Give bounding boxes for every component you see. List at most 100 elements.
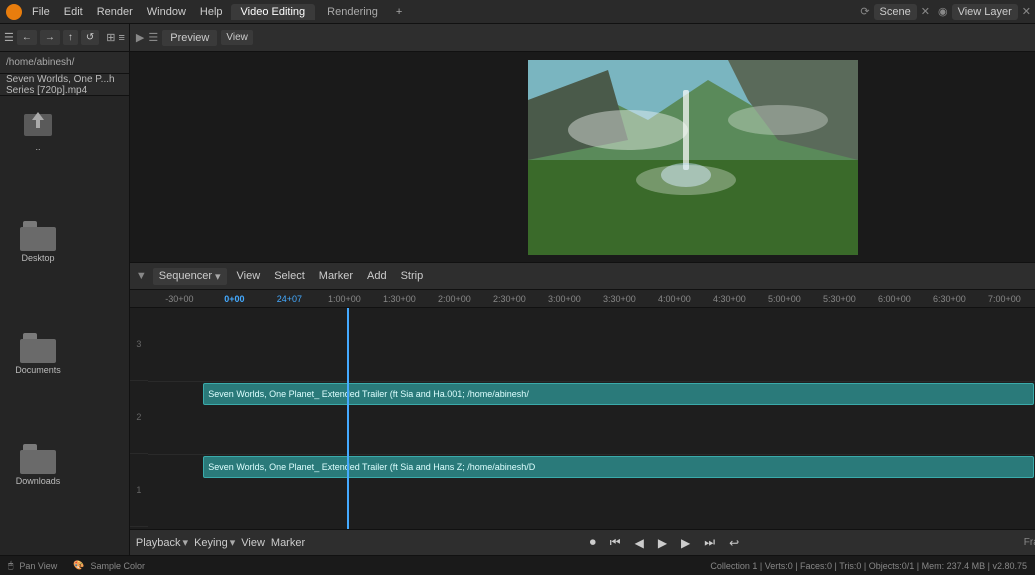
display-icon[interactable]: ⊞ [106, 31, 115, 44]
playback-bar: Playback ▾ Keying ▾ View Marker ⏺ ⏮ ◀ ▶ … [130, 529, 1035, 555]
tracks-container: Seven Worlds, One Planet_ Extended Trail… [148, 308, 1035, 529]
seq-select[interactable]: Select [270, 268, 309, 284]
preview-label: Preview [162, 30, 217, 46]
sequencer-label: Sequencer [159, 270, 212, 282]
tab-rendering[interactable]: Rendering [317, 4, 388, 20]
track-number: 3 [130, 308, 148, 381]
ruler-mark: 3:00+00 [537, 294, 592, 304]
ruler-mark: 5:00+00 [757, 294, 812, 304]
playhead[interactable] [347, 308, 349, 529]
path-text: /home/abinesh/ [6, 57, 74, 68]
view-label: View [241, 537, 265, 549]
step-forward-button[interactable]: ▶ [677, 534, 694, 552]
view-menu[interactable]: View [241, 537, 265, 549]
seq-view[interactable]: View [233, 268, 265, 284]
clip-label: Seven Worlds, One Planet_ Extended Trail… [208, 462, 535, 472]
clip-label: Seven Worlds, One Planet_ Extended Trail… [208, 389, 529, 399]
playback-label: Playback [136, 537, 181, 549]
ruler-content: -30+00 0+00 24+07 1:00+00 1:30+00 2:00+0… [152, 294, 1035, 304]
path-bar[interactable]: /home/abinesh/ [0, 52, 129, 74]
loop-button[interactable]: ↩ [725, 534, 743, 552]
ruler-mark: 2:00+00 [427, 294, 482, 304]
ruler-mark: -30+00 [152, 294, 207, 304]
list-item[interactable]: .. [8, 104, 68, 213]
clip-track-1[interactable]: Seven Worlds, One Planet_ Extended Trail… [203, 383, 1034, 405]
play-button[interactable]: ▶ [654, 534, 671, 552]
preview-image [528, 60, 858, 255]
menu-file[interactable]: File [26, 4, 56, 20]
seq-header-icon: ▼ [136, 270, 147, 282]
center-area: ▶ ☰ Preview View ✋ 🔍 [130, 24, 1035, 555]
file-grid: .. Desktop Documents [0, 96, 129, 555]
sequencer-dropdown[interactable]: Sequencer ▾ [153, 268, 227, 285]
view-button[interactable]: View [221, 30, 253, 45]
tab-video-editing[interactable]: Video Editing [231, 4, 316, 20]
pan-view-label: Pan View [19, 561, 57, 571]
desktop-folder-label: Desktop [21, 253, 54, 263]
forward-button[interactable]: → [40, 30, 60, 45]
ruler-mark: 24+07 [262, 294, 317, 304]
seq-marker[interactable]: Marker [315, 268, 357, 284]
list-item[interactable]: Downloads [8, 444, 68, 547]
skip-start-button[interactable]: ⏮ [606, 533, 625, 552]
eyedropper-icon: 🎨 [73, 560, 84, 571]
step-back-button[interactable]: ◀ [631, 534, 648, 552]
track-numbers: 3 2 1 [130, 308, 148, 529]
view-toggle: ☰ [148, 31, 158, 44]
menu-render[interactable]: Render [91, 4, 139, 20]
record-button[interactable]: ⏺ [586, 533, 600, 552]
skip-end-button[interactable]: ⏭ [700, 533, 719, 552]
sample-color-label: Sample Color [90, 561, 145, 571]
track-number: 1 [130, 454, 148, 527]
back-button[interactable]: ← [17, 30, 37, 45]
track-area: 3 2 1 Seven Worlds, One Planet_ Extended… [130, 308, 1035, 529]
track-divider [148, 454, 1035, 455]
parent-dir-icon [20, 104, 56, 140]
status-info: Collection 1 | Verts:0 | Faces:0 | Tris:… [710, 561, 1027, 571]
reload-button[interactable]: ↺ [81, 30, 99, 45]
list-item[interactable]: Documents [8, 333, 68, 436]
menu-edit[interactable]: Edit [58, 4, 89, 20]
list-item[interactable]: Desktop [8, 221, 68, 324]
marker-menu[interactable]: Marker [271, 537, 305, 549]
status-bar: 🖱 Pan View 🎨 Sample Color Collection 1 |… [0, 555, 1035, 575]
status-right: Collection 1 | Verts:0 | Faces:0 | Tris:… [155, 561, 1027, 571]
scene-selector[interactable]: Scene [874, 4, 917, 20]
sequencer-toolbar: ▼ Sequencer ▾ View Select Marker Add Str… [130, 262, 1035, 290]
file-browser-toolbar: ☰ ← → ↑ ↺ ⊞ ≡ [0, 24, 129, 52]
clip-track-2[interactable]: Seven Worlds, One Planet_ Extended Trail… [203, 456, 1034, 478]
keying-label: Keying [194, 537, 228, 549]
mouse-icon: 🖱 [8, 560, 13, 571]
view-toggle-icon[interactable]: ☰ [4, 31, 14, 44]
folder-icon [20, 444, 56, 474]
add-workspace-button[interactable]: + [390, 4, 408, 20]
ruler-mark: 5:30+00 [812, 294, 867, 304]
view-layer-selector[interactable]: View Layer [952, 4, 1018, 20]
timeline-ruler: -30+00 0+00 24+07 1:00+00 1:30+00 2:00+0… [130, 290, 1035, 308]
ruler-mark: 6:30+00 [922, 294, 977, 304]
ruler-mark: 4:00+00 [647, 294, 702, 304]
chevron-down-icon: ▾ [215, 270, 221, 283]
folder-icon [20, 221, 56, 251]
preview-header-icon: ▶ [136, 31, 144, 44]
track-divider [148, 381, 1035, 382]
ruler-mark: 1:00+00 [317, 294, 372, 304]
ruler-mark: 6:00+00 [867, 294, 922, 304]
keying-menu[interactable]: Keying ▾ [194, 536, 235, 549]
menu-help[interactable]: Help [194, 4, 229, 20]
seq-strip[interactable]: Strip [397, 268, 428, 284]
status-left: 🖱 Pan View 🎨 Sample Color [8, 560, 145, 571]
seq-add[interactable]: Add [363, 268, 391, 284]
folder-icon [20, 333, 56, 363]
blender-logo-icon[interactable] [4, 2, 24, 22]
up-dir-button[interactable]: ↑ [63, 30, 78, 45]
keying-chevron-icon: ▾ [230, 536, 236, 549]
scene-close-icon[interactable]: ✕ [921, 5, 930, 18]
view-layer-close-icon[interactable]: ✕ [1022, 5, 1031, 18]
ruler-mark: 3:30+00 [592, 294, 647, 304]
ruler-mark: 7:00+00 [977, 294, 1032, 304]
playback-menu[interactable]: Playback ▾ [136, 536, 188, 549]
display-list-icon[interactable]: ≡ [118, 32, 124, 44]
sync-icon: ⟳ [860, 5, 869, 18]
menu-window[interactable]: Window [141, 4, 192, 20]
